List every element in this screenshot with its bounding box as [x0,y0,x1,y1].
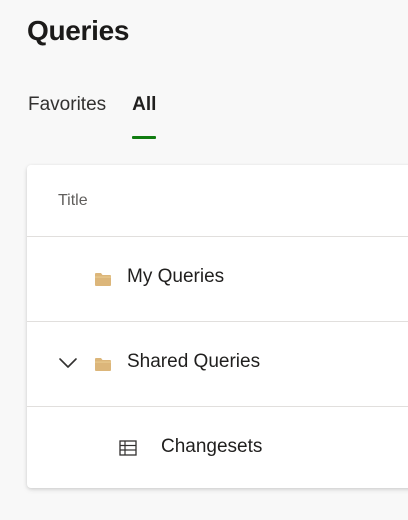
tab-favorites[interactable]: Favorites [28,90,106,140]
table-row-shared-queries[interactable]: Shared Queries [27,322,408,407]
chevron-down-icon[interactable] [58,355,78,371]
tab-all[interactable]: All [132,90,157,140]
row-label-shared-queries: Shared Queries [127,351,261,372]
table-header: Title [27,165,408,237]
query-list-icon [119,440,137,456]
queries-table: Title My Queries Shared Queries Changese… [27,165,408,488]
folder-icon [95,273,111,286]
row-label-changesets: Changesets [161,436,263,457]
folder-icon [95,358,111,371]
tab-bar: Favorites All [28,90,157,142]
table-row-my-queries[interactable]: My Queries [27,237,408,322]
table-row-changesets[interactable]: Changesets [27,407,408,488]
page-title: Queries [27,15,130,46]
column-header-title[interactable]: Title [58,192,88,210]
row-label-my-queries: My Queries [127,266,225,287]
